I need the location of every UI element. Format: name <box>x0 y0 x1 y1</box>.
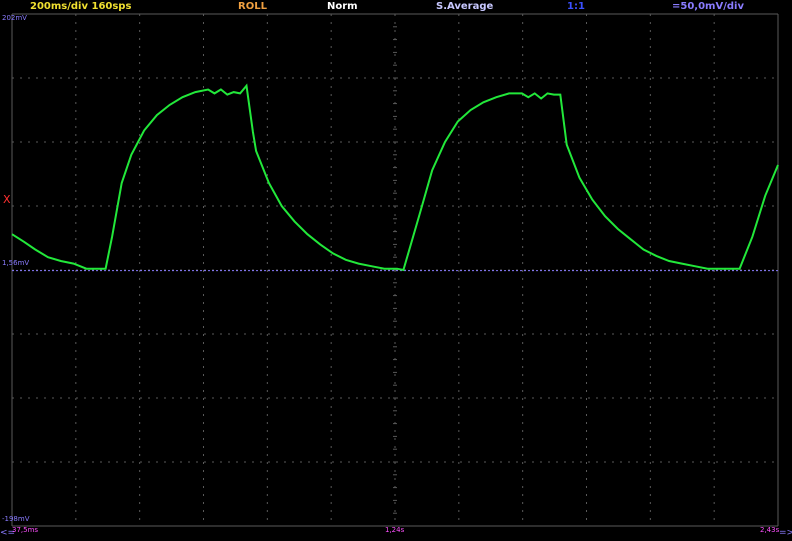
time-end-label: 2,43s <box>760 526 780 534</box>
scroll-right-arrow[interactable]: => <box>779 528 792 538</box>
trigger-level-marker[interactable]: X <box>3 193 11 206</box>
voltage-top-label: 202mV <box>2 14 27 22</box>
waveform-plot <box>11 13 779 527</box>
time-start-label: 37,5ms <box>12 526 39 534</box>
voltage-bottom-label: -198mV <box>2 515 30 523</box>
time-middle-label: 1,24s <box>385 526 405 534</box>
graticule-grid <box>11 13 779 527</box>
oscilloscope-screen: 200ms/div 160sps ROLL Norm S.Average 1:1… <box>0 0 792 541</box>
reference-level-label[interactable]: 1,56mV <box>2 259 29 267</box>
signal-trace <box>11 83 779 272</box>
